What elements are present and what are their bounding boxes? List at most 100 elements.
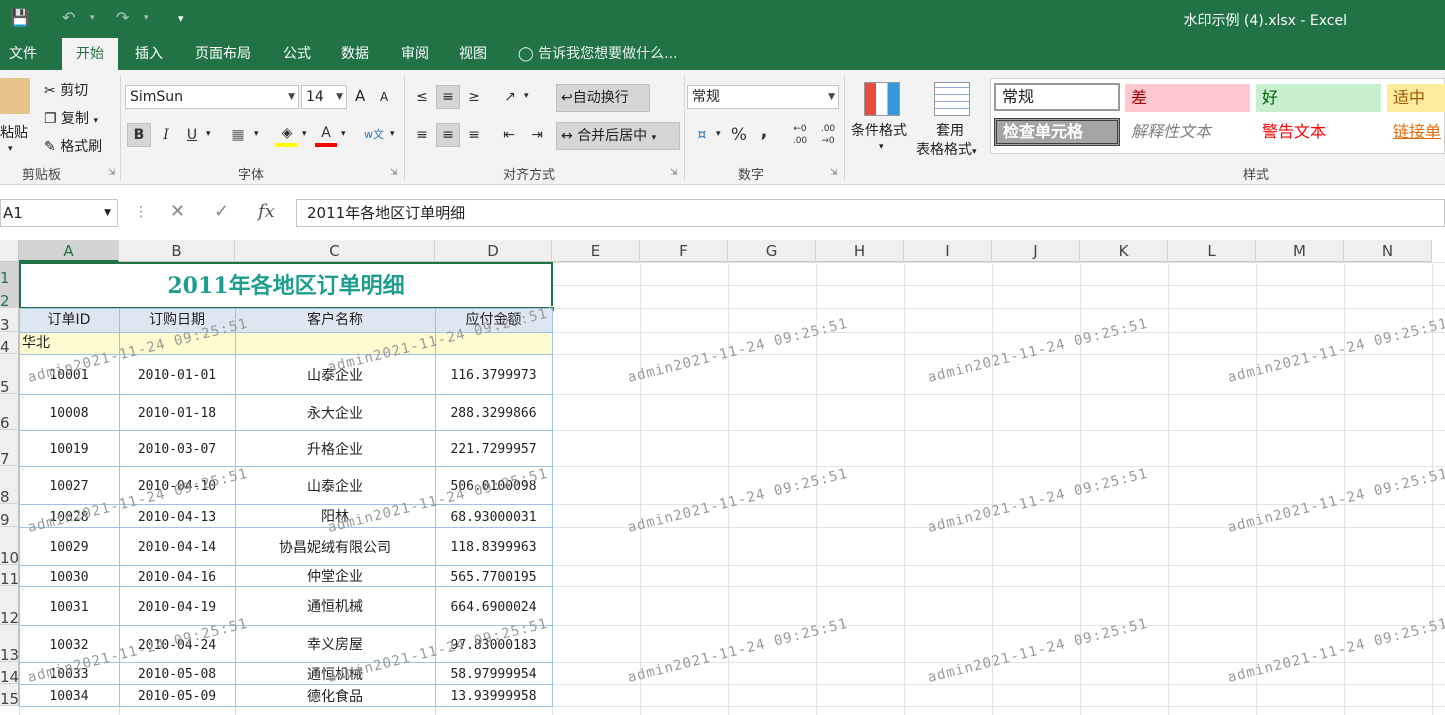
font-color-button[interactable]: A [315,123,337,147]
column-header-i[interactable]: I [904,240,992,262]
fill-color-icon[interactable]: ◈ [276,123,298,147]
table-cell[interactable]: 山泰企业 [235,466,435,504]
undo-icon[interactable]: ↶ [62,8,75,27]
style-linked-cell[interactable]: 链接单 [1387,118,1445,146]
table-cell[interactable]: 68.93000031 [435,504,552,527]
more-options-icon[interactable]: ⋮ [134,204,148,220]
column-header-n[interactable]: N [1344,240,1432,262]
comma-button[interactable]: , [754,120,774,144]
table-cell[interactable]: 221.7299957 [435,430,552,466]
table-cell[interactable]: 2010-01-01 [119,354,235,394]
row-header-5[interactable]: 5 [0,354,19,396]
column-header-k[interactable]: K [1080,240,1168,262]
font-color-dropdown-icon[interactable]: ▾ [341,129,346,139]
column-header-g[interactable]: G [728,240,816,262]
insert-function-button[interactable]: fx [258,201,275,222]
select-all-corner[interactable] [0,240,19,262]
column-header-j[interactable]: J [992,240,1080,262]
row-header-4[interactable]: 4 [0,332,19,356]
table-cell[interactable]: 565.7700195 [435,565,552,586]
tab-page-layout[interactable]: 页面布局 [184,38,262,70]
table-cell[interactable]: 10034 [19,684,119,706]
table-cell[interactable]: 118.8399963 [435,527,552,565]
increase-indent-icon[interactable]: ⇥ [526,123,548,147]
customize-toolbar-icon[interactable]: ▾ [178,12,184,25]
merge-center-button[interactable]: ↔ 合并后居中 ▾ [556,122,680,150]
copy-dropdown-icon[interactable]: ▾ [93,116,98,126]
font-size-combo[interactable]: 14 ▼ [301,85,347,109]
style-neutral[interactable]: 适中 [1387,84,1445,112]
bold-button[interactable]: B [127,123,151,147]
table-cell[interactable]: 2010-01-18 [119,394,235,430]
style-normal[interactable]: 常规 [994,83,1120,111]
border-dropdown-icon[interactable]: ▾ [254,129,259,139]
number-launcher-icon[interactable]: ⇲ [830,168,838,178]
grow-font-button[interactable]: A [355,87,365,105]
row-header-2[interactable]: 2 [0,285,19,310]
row-header-8[interactable]: 8 [0,466,19,506]
worksheet-grid[interactable]: ABCDEFGHIJKLMN 1 2 3 4 5 6 7 8 9 10 11 12 13 14 15 201… [0,240,1445,715]
table-cell[interactable]: 10008 [19,394,119,430]
row-header-7[interactable]: 7 [0,430,19,468]
conditional-format-button[interactable]: 条件格式 [851,120,907,140]
column-header-h[interactable]: H [816,240,904,262]
cancel-icon[interactable]: ✕ [170,201,185,222]
font-name-combo[interactable]: SimSun ▼ [125,85,299,109]
table-cell[interactable]: 2010-04-14 [119,527,235,565]
paste-button[interactable]: 粘贴 [0,122,28,142]
align-right-icon[interactable]: ≡ [464,123,484,147]
table-cell[interactable]: 升格企业 [235,430,435,466]
table-cell[interactable]: 10019 [19,430,119,466]
currency-dropdown-icon[interactable]: ▾ [716,129,721,139]
cut-button[interactable]: ✂ 剪切 [44,80,88,100]
table-header-cell[interactable]: 客户名称 [235,308,435,332]
row-header-11[interactable]: 11 [0,565,19,588]
merge-dropdown-icon[interactable]: ▾ [652,133,657,143]
style-warning[interactable]: 警告文本 [1256,118,1381,146]
bottom-align-icon[interactable]: ≥ [464,85,484,109]
row-header-9[interactable]: 9 [0,504,19,529]
style-bad[interactable]: 差 [1125,84,1250,112]
decrease-indent-icon[interactable]: ⇤ [498,123,520,147]
column-header-m[interactable]: M [1256,240,1344,262]
row-header-12[interactable]: 12 [0,586,19,627]
column-header-e[interactable]: E [552,240,640,262]
redo-icon[interactable]: ↷ [116,8,129,27]
border-icon[interactable]: ▦ [228,123,248,147]
row-header-3[interactable]: 3 [0,308,19,334]
table-cell[interactable]: 13.93999958 [435,684,552,706]
fill-dropdown-icon[interactable]: ▾ [302,129,307,139]
sheet-title-cell[interactable]: 2011年各地区订单明细 [19,262,553,309]
tell-me-box[interactable]: ◯ 告诉我您想要做什么... [518,38,677,70]
orientation-dropdown-icon[interactable]: ▾ [524,91,529,101]
align-left-icon[interactable]: ≡ [412,123,432,147]
table-cell[interactable]: 58.97999954 [435,662,552,684]
table-format-icon[interactable] [934,82,970,116]
table-cell[interactable]: 116.3799973 [435,354,552,394]
underline-button[interactable]: U [182,123,202,147]
row-header-6[interactable]: 6 [0,394,19,432]
name-box[interactable]: A1 ▼ [0,199,118,227]
phonetic-icon[interactable]: w文 [362,123,386,147]
underline-dropdown-icon[interactable]: ▾ [206,129,211,139]
row-header-13[interactable]: 13 [0,625,19,664]
table-cell[interactable]: 2010-04-16 [119,565,235,586]
table-cell[interactable]: 永大企业 [235,394,435,430]
column-header-a[interactable]: A [19,240,119,262]
table-cell[interactable]: 通恒机械 [235,586,435,625]
format-painter-button[interactable]: ✎ 格式刷 [44,136,102,156]
table-cell[interactable]: 仲堂企业 [235,565,435,586]
table-cell[interactable]: 10027 [19,466,119,504]
formula-input[interactable]: 2011年各地区订单明细 [296,199,1445,227]
number-format-combo[interactable]: 常规 ▼ [687,85,839,109]
column-header-f[interactable]: F [640,240,728,262]
redo-dropdown-icon[interactable]: ▾ [144,13,149,23]
font-launcher-icon[interactable]: ⇲ [390,168,398,178]
top-align-icon[interactable]: ≤ [412,85,432,109]
table-cell[interactable]: 2010-05-09 [119,684,235,706]
tab-review[interactable]: 审阅 [390,38,440,70]
tab-file[interactable]: 文件 [0,38,46,70]
alignment-launcher-icon[interactable]: ⇲ [670,168,678,178]
column-header-l[interactable]: L [1168,240,1256,262]
column-header-c[interactable]: C [235,240,435,262]
